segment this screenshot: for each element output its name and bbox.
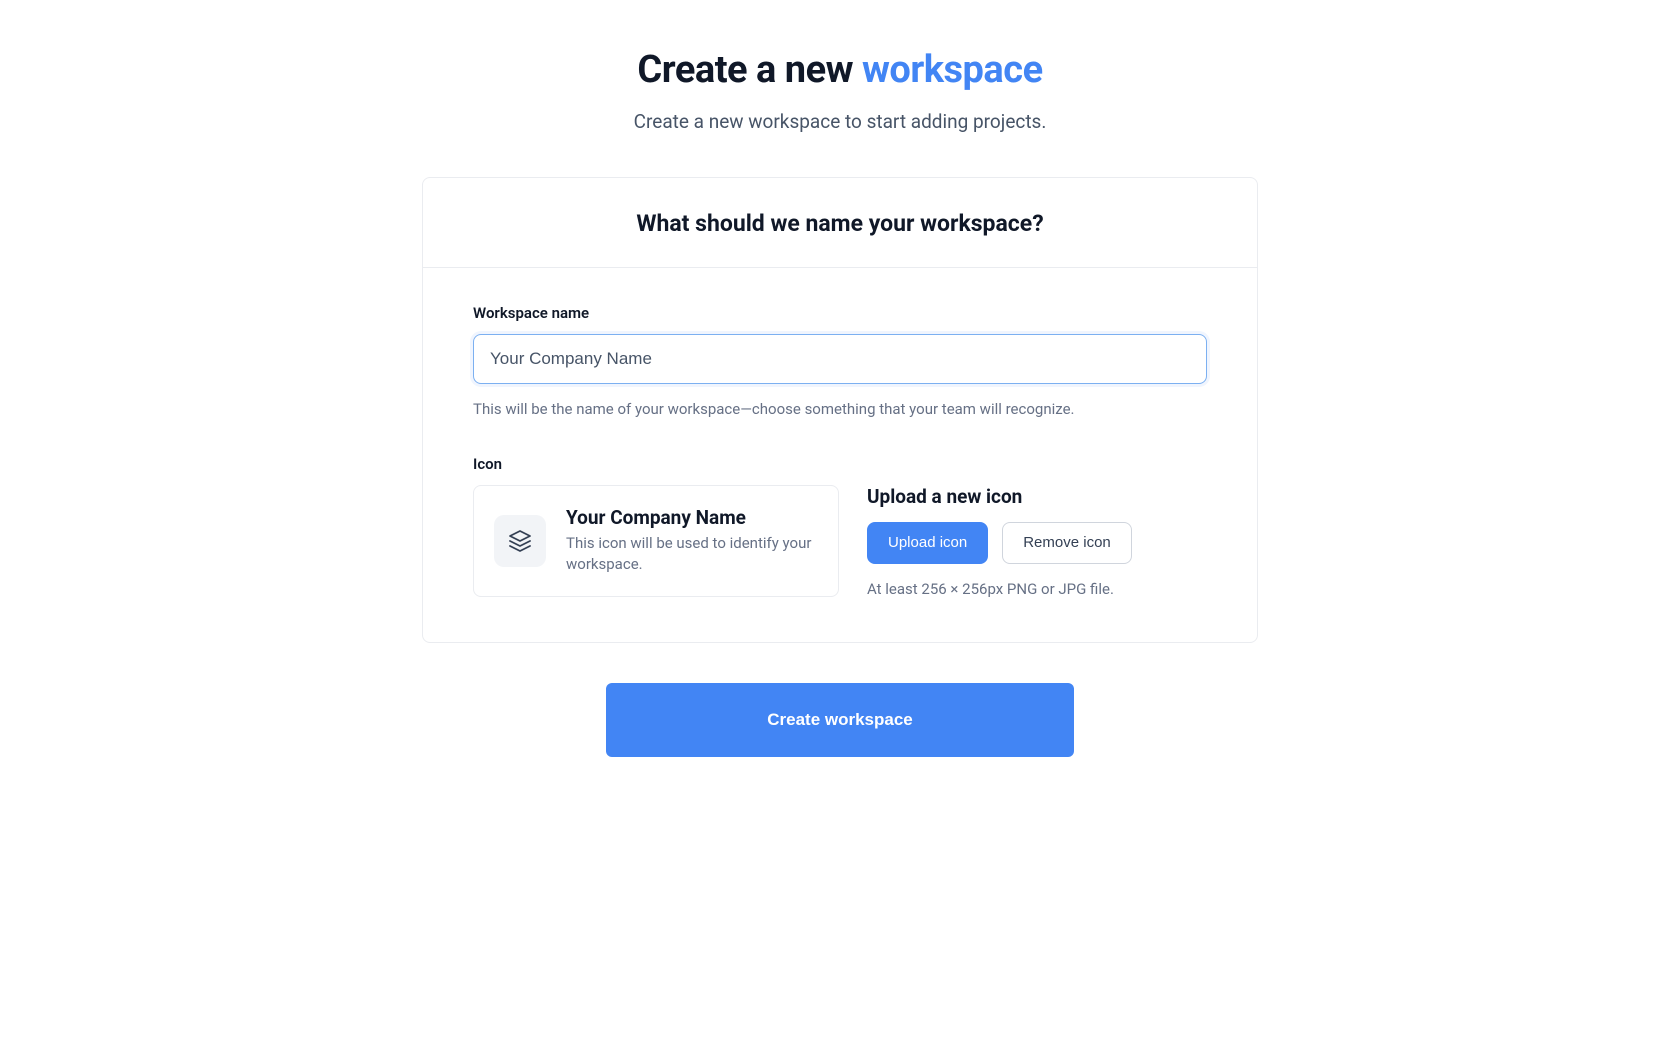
- page-subtitle: Create a new workspace to start adding p…: [422, 110, 1258, 133]
- card-header: What should we name your workspace?: [423, 178, 1257, 268]
- upload-section-title: Upload a new icon: [867, 485, 1207, 508]
- upload-hint: At least 256 × 256px PNG or JPG file.: [867, 580, 1207, 598]
- layers-icon: [494, 515, 546, 567]
- page-title-accent: workspace: [862, 48, 1043, 92]
- workspace-name-help: This will be the name of your workspace—…: [473, 398, 1207, 421]
- workspace-name-label: Workspace name: [473, 304, 1207, 322]
- remove-icon-button[interactable]: Remove icon: [1002, 522, 1132, 564]
- upload-icon-button[interactable]: Upload icon: [867, 522, 988, 564]
- card-body: Workspace name This will be the name of …: [423, 268, 1257, 642]
- icon-preview-desc: This icon will be used to identify your …: [566, 533, 818, 577]
- create-workspace-button[interactable]: Create workspace: [606, 683, 1074, 757]
- icon-label: Icon: [473, 455, 1207, 473]
- icon-preview-card: Your Company Name This icon will be used…: [473, 485, 839, 598]
- page-title: Create a new workspace: [422, 48, 1258, 92]
- workspace-name-input[interactable]: [473, 334, 1207, 384]
- icon-preview-title: Your Company Name: [566, 506, 818, 529]
- workspace-form-card: What should we name your workspace? Work…: [422, 177, 1258, 643]
- card-header-title: What should we name your workspace?: [473, 210, 1207, 237]
- page-title-prefix: Create a new: [637, 48, 862, 92]
